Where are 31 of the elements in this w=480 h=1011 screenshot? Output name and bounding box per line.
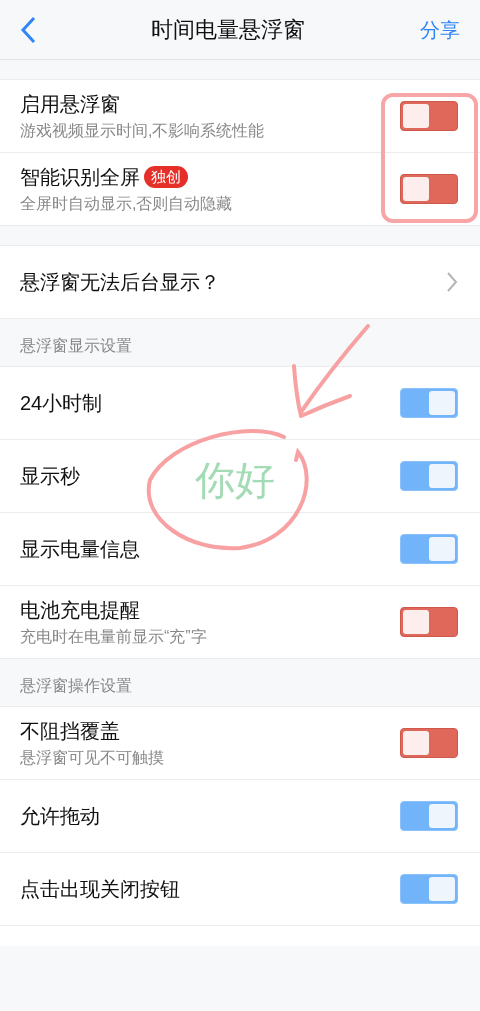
settings-link-row[interactable]: 悬浮窗无法后台显示？ — [0, 246, 480, 319]
toggle-switch[interactable] — [400, 534, 458, 564]
toggle-switch[interactable] — [400, 607, 458, 637]
toggle-switch[interactable] — [400, 728, 458, 758]
setting-label: 电池充电提醒 — [20, 598, 140, 623]
back-icon[interactable] — [20, 15, 36, 44]
page-title: 时间电量悬浮窗 — [151, 16, 305, 44]
setting-label: 显示秒 — [20, 464, 80, 489]
setting-label: 允许拖动 — [20, 804, 100, 829]
setting-label: 智能识别全屏 — [20, 165, 140, 190]
section-header: 悬浮窗操作设置 — [20, 676, 132, 696]
setting-description: 充电时在电量前显示“充”字 — [20, 627, 208, 647]
toggle-switch[interactable] — [400, 174, 458, 204]
setting-label: 不阻挡覆盖 — [20, 719, 120, 744]
badge: 独创 — [144, 166, 188, 188]
setting-label: 点击出现关闭按钮 — [20, 877, 180, 902]
handwritten-note: 你好 — [195, 457, 275, 504]
toggle-switch[interactable] — [400, 874, 458, 904]
setting-description: 全屏时自动显示,否则自动隐藏 — [20, 194, 234, 214]
setting-label: 24小时制 — [20, 391, 103, 416]
setting-label: 显示电量信息 — [20, 537, 140, 562]
setting-label: 悬浮窗无法后台显示？ — [20, 270, 220, 295]
setting-description: 悬浮窗可见不可触摸 — [20, 748, 165, 768]
toggle-switch[interactable] — [400, 101, 458, 131]
toggle-switch[interactable] — [400, 388, 458, 418]
setting-description: 游戏视频显示时间,不影响系统性能 — [20, 121, 266, 141]
toggle-switch[interactable] — [400, 461, 458, 491]
section-header: 悬浮窗显示设置 — [20, 336, 132, 356]
setting-label: 启用悬浮窗 — [20, 92, 120, 117]
toggle-switch[interactable] — [400, 801, 458, 831]
chevron-right-icon — [446, 271, 458, 293]
